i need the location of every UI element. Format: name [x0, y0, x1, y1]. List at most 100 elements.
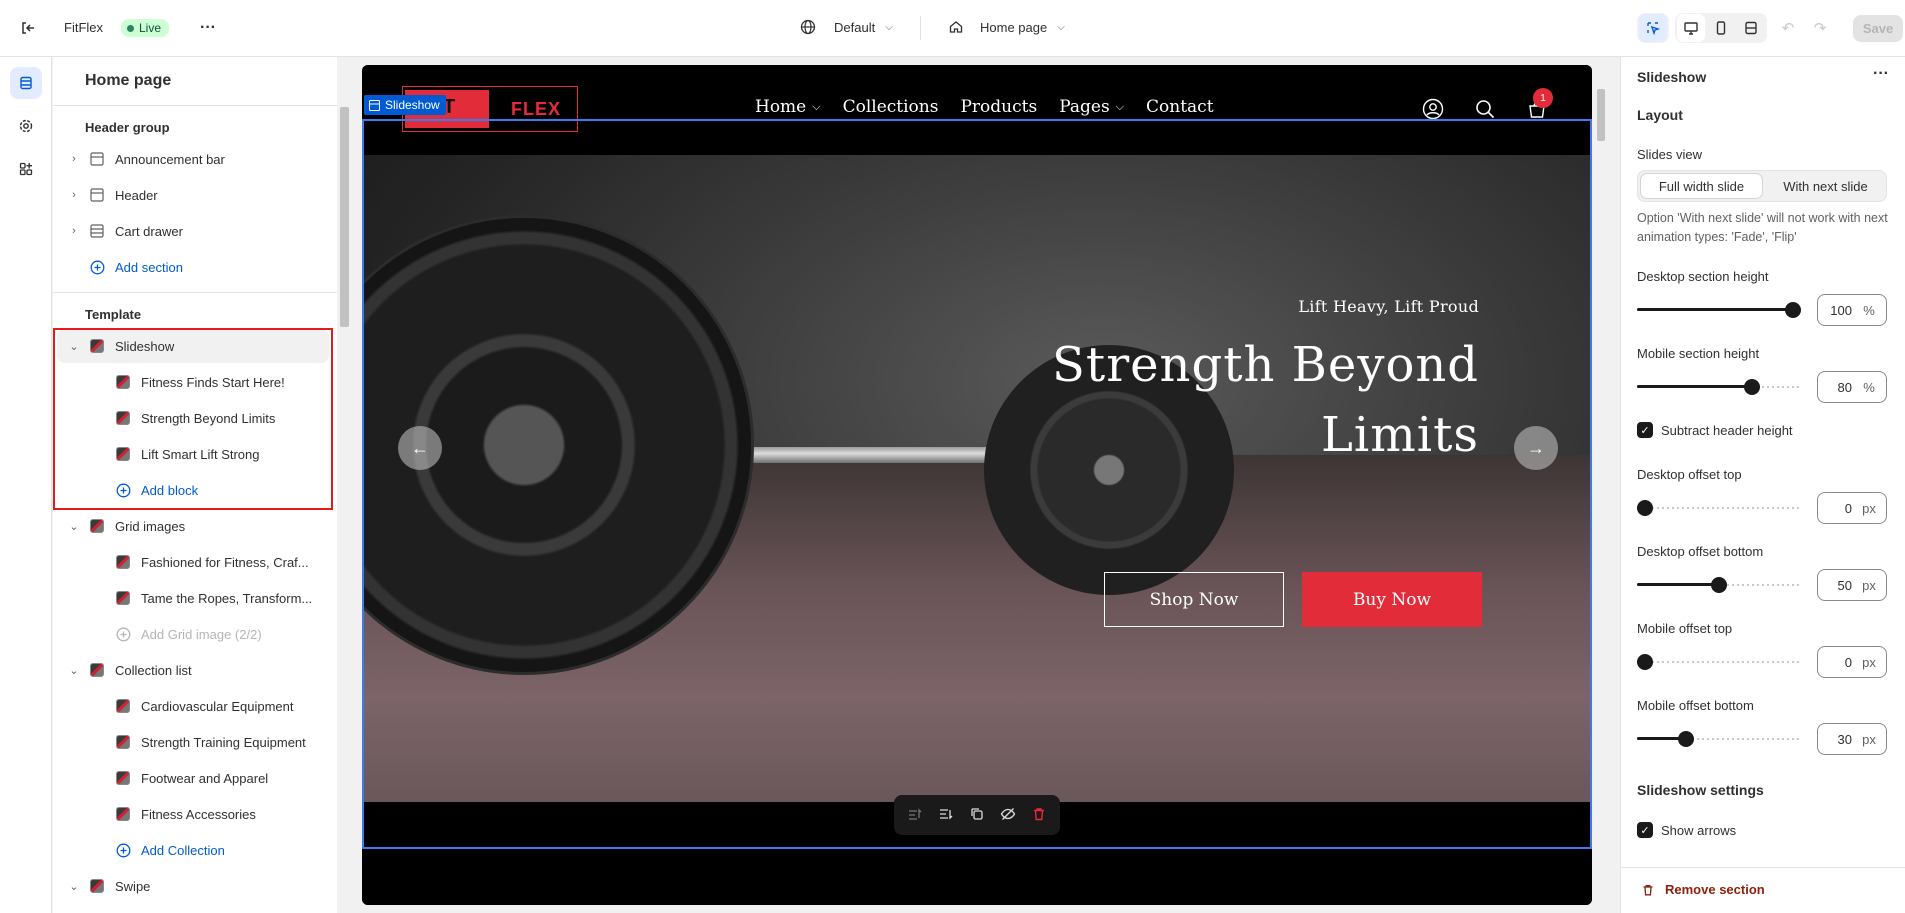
more-options-icon[interactable]: ··· [194, 14, 222, 42]
section-tag[interactable]: Slideshow [364, 95, 446, 115]
tree-item-header[interactable]: › Header [53, 178, 337, 212]
nav-contact[interactable]: Contact [1146, 97, 1214, 117]
checkbox-label: Subtract header height [1661, 422, 1793, 438]
desktop-height-field[interactable]: 100% [1817, 294, 1887, 326]
select-cursor-icon[interactable] [1639, 14, 1667, 42]
mobile-offset-top-slider[interactable] [1637, 652, 1801, 672]
slides-view-label: Slides view [1637, 147, 1703, 162]
search-icon[interactable] [1474, 98, 1496, 123]
redo-icon[interactable]: ↷ [1806, 14, 1834, 42]
tree-item-swipe[interactable]: ⌄ Swipe [53, 869, 337, 903]
tree-item-announcement-bar[interactable]: › Announcement bar [53, 142, 337, 176]
remove-section-button[interactable]: Remove section [1641, 882, 1765, 897]
chevron-right-icon: › [72, 189, 76, 201]
nav-products[interactable]: Products [960, 97, 1037, 117]
chevron-down-icon: ⌵ [812, 100, 821, 113]
desktop-offset-top-field[interactable]: 0 px [1817, 492, 1887, 524]
tree-block-item[interactable]: Fitness Finds Start Here! [53, 365, 337, 399]
mobile-height-field[interactable]: 80% [1817, 371, 1887, 403]
sections-icon[interactable] [10, 67, 42, 99]
delete-trash-icon[interactable] [1031, 806, 1047, 825]
tree-block-item[interactable]: Fashioned for Fitness, Craf... [53, 545, 337, 579]
apps-icon[interactable] [10, 153, 42, 185]
add-section-button[interactable]: Add section [53, 250, 337, 284]
preview-scrollbar[interactable] [1593, 57, 1609, 913]
store-preview[interactable]: T FLEX Home ⌵ Collections Products Pages ⌵… [362, 65, 1592, 905]
tree-block-item[interactable]: Fitness Accessories [53, 797, 337, 831]
mobile-offset-bottom-field[interactable]: 30 px [1817, 723, 1887, 755]
hero-eyebrow: Lift Heavy, Lift Proud [1298, 297, 1479, 316]
tree-item-label: Grid images [115, 518, 186, 534]
plus-circle-icon [115, 626, 131, 642]
desktop-height-slider[interactable] [1637, 300, 1801, 320]
tree-item-label: Header [115, 187, 158, 203]
add-collection-label: Add Collection [141, 842, 225, 858]
tree-item-cart-drawer[interactable]: › Cart drawer [53, 214, 337, 248]
tree-block-item[interactable]: Cardiovascular Equipment [53, 689, 337, 723]
mobile-offset-bottom-slider[interactable] [1637, 729, 1801, 749]
mobile-height-slider[interactable] [1637, 377, 1801, 397]
exit-icon[interactable] [14, 14, 42, 42]
account-icon[interactable] [1422, 98, 1444, 123]
tree-item-collection-list[interactable]: ⌄ Collection list [53, 653, 337, 687]
theme-selector[interactable]: Default ⌵ [800, 19, 893, 35]
move-down-icon[interactable] [938, 806, 954, 825]
tree-block-item[interactable]: Footwear and Apparel [53, 761, 337, 795]
add-collection-button[interactable]: Add Collection [53, 833, 337, 867]
hide-eye-icon[interactable] [1000, 806, 1016, 825]
tree-item-label: Announcement bar [115, 151, 225, 167]
mobile-offset-top-field[interactable]: 0 px [1817, 646, 1887, 678]
hero-slide[interactable]: Lift Heavy, Lift Proud Strength Beyond L… [364, 155, 1592, 802]
save-button[interactable]: Save [1853, 15, 1903, 42]
page-selector[interactable]: Home page ⌵ [948, 19, 1065, 35]
undo-icon[interactable]: ↶ [1774, 14, 1802, 42]
fullscreen-icon[interactable] [1737, 14, 1765, 42]
add-block-label: Add block [141, 482, 199, 498]
duplicate-icon[interactable] [969, 806, 985, 825]
tree-item-label: Fitness Finds Start Here! [141, 374, 285, 390]
nav-collections[interactable]: Collections [843, 97, 939, 117]
add-block-button[interactable]: Add block [53, 473, 337, 507]
settings-gear-icon[interactable] [10, 110, 42, 142]
nav-home[interactable]: Home ⌵ [755, 97, 821, 117]
headline-line: Strength Beyond [1052, 337, 1479, 393]
cart-count-badge: 1 [1533, 88, 1553, 108]
tree-item-label: Fashioned for Fitness, Craf... [141, 554, 309, 570]
tree-block-item[interactable]: Lift Smart Lift Strong [53, 437, 337, 471]
subtract-header-checkbox[interactable]: ✓ Subtract header height [1637, 422, 1793, 438]
buy-now-button[interactable]: Buy Now [1302, 572, 1482, 627]
section-settings-panel: Slideshow ··· Layout Slides view Full wi… [1620, 57, 1905, 913]
option-full-width-slide[interactable]: Full width slide [1640, 173, 1763, 199]
scrollbar-thumb[interactable] [340, 107, 349, 327]
desktop-icon[interactable] [1677, 14, 1705, 42]
show-arrows-checkbox[interactable]: ✓ Show arrows [1637, 822, 1736, 838]
tree-block-item[interactable]: Tame the Ropes, Transform... [53, 581, 337, 615]
mobile-icon[interactable] [1707, 14, 1735, 42]
top-bar: FitFlex Live ··· Default ⌵ Home page ⌵ ↶… [0, 0, 1905, 57]
image-thumbnail-icon [115, 590, 131, 606]
chevron-down-icon: ⌵ [1115, 100, 1125, 113]
move-up-icon[interactable] [907, 806, 923, 825]
tree-block-item[interactable]: Strength Training Equipment [53, 725, 337, 759]
tree-block-item[interactable]: Strength Beyond Limits [53, 401, 337, 435]
sidebar-scrollbar[interactable] [337, 57, 351, 913]
desktop-offset-top-slider[interactable] [1637, 498, 1801, 518]
panel-footer: Remove section [1621, 867, 1905, 913]
desktop-offset-bottom-slider[interactable] [1637, 575, 1801, 595]
scrollbar-thumb[interactable] [1597, 89, 1605, 141]
tree-item-grid-images[interactable]: ⌄ Grid images [53, 509, 337, 543]
shop-now-button[interactable]: Shop Now [1104, 572, 1284, 627]
add-grid-image-button: Add Grid image (2/2) [53, 617, 337, 651]
prev-slide-arrow-icon[interactable]: ← [398, 426, 442, 470]
next-slide-arrow-icon[interactable]: → [1514, 426, 1558, 470]
store-name: FitFlex [64, 20, 103, 35]
more-options-icon[interactable]: ··· [1873, 65, 1889, 83]
desktop-offset-bottom-field[interactable]: 50 px [1817, 569, 1887, 601]
status-dot-icon [127, 24, 134, 32]
tree-item-slideshow[interactable]: ⌄ Slideshow [57, 329, 329, 363]
section-tag-icon [369, 99, 380, 111]
layout-heading: Layout [1637, 107, 1683, 123]
live-badge: Live [121, 19, 170, 37]
nav-pages[interactable]: Pages ⌵ [1059, 97, 1124, 117]
option-with-next-slide[interactable]: With next slide [1765, 171, 1886, 201]
